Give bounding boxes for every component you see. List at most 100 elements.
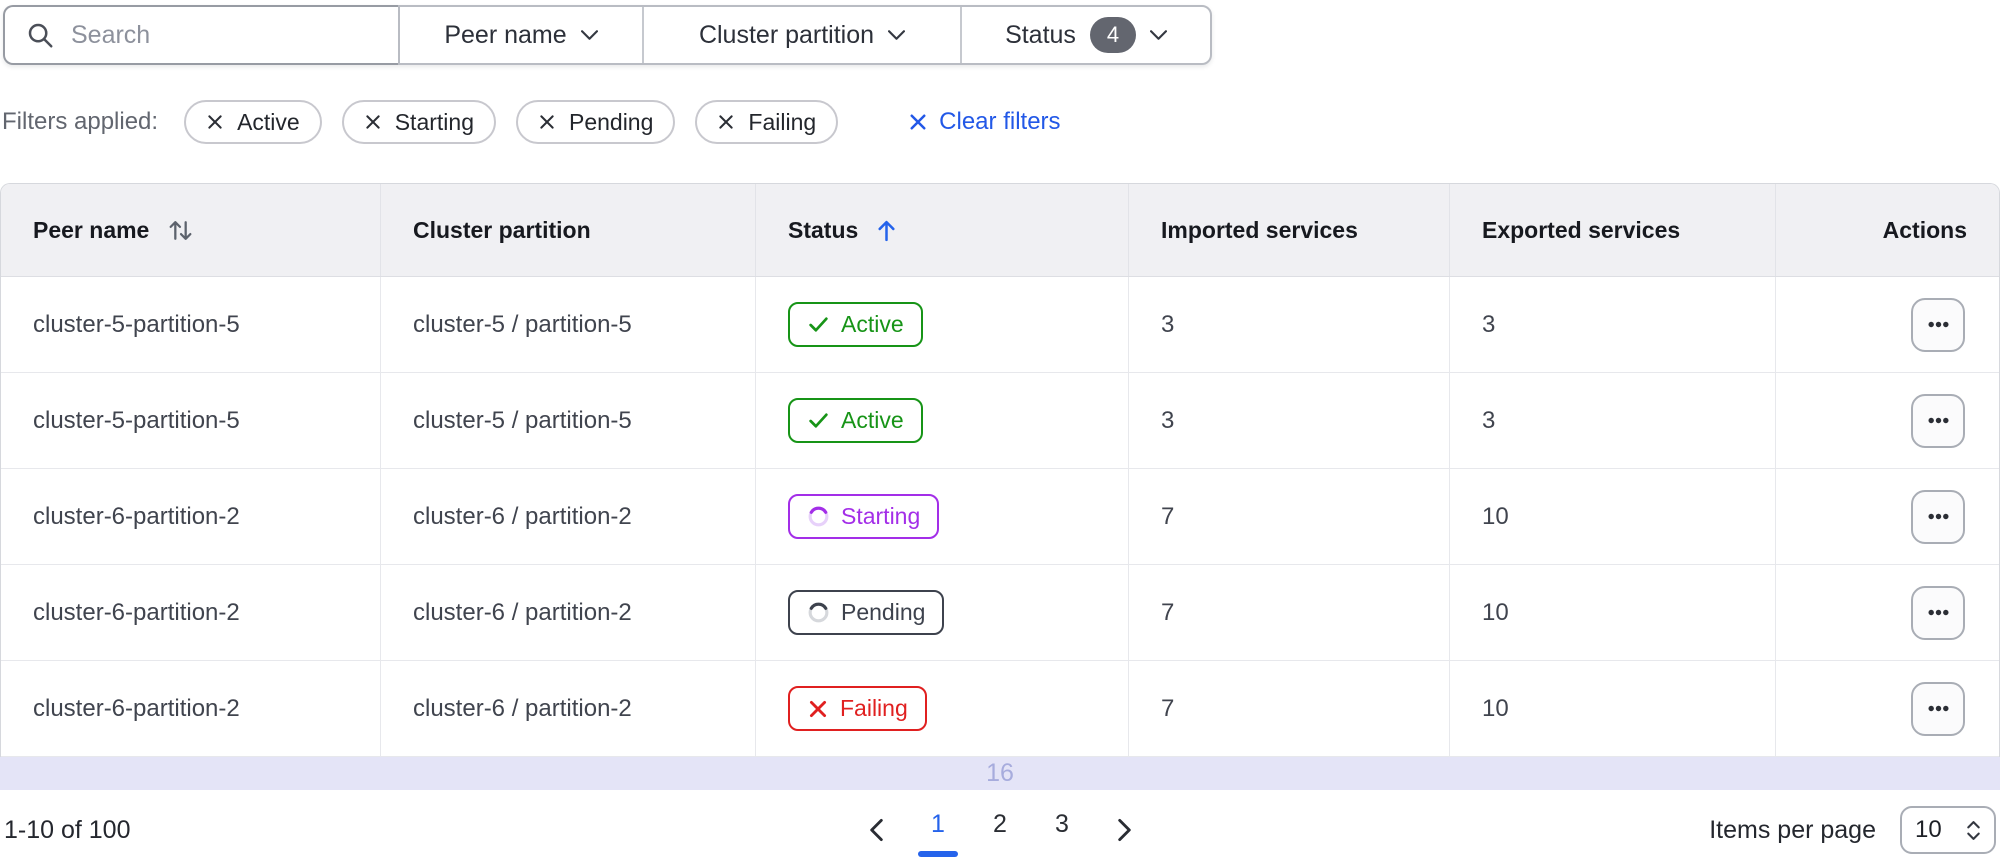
next-page-button[interactable] <box>1100 802 1148 858</box>
chevron-right-icon <box>1117 818 1131 842</box>
partial-table-row: 16 <box>0 757 2000 790</box>
close-icon <box>910 114 926 130</box>
sort-both-icon <box>169 220 192 240</box>
items-per-page-select[interactable]: 10 <box>1900 806 1996 854</box>
column-header-label: Imported services <box>1161 216 1358 243</box>
active-page-underline <box>918 851 958 857</box>
peers-table-page: Peer name Cluster partition Status 4 Fil… <box>0 0 2000 864</box>
table-header-row: Peer name Cluster partition Status Impor… <box>1 184 1999 277</box>
actions-cell <box>1775 277 1999 372</box>
clear-filters-label: Clear filters <box>939 108 1061 135</box>
column-header-label: Exported services <box>1482 216 1681 243</box>
peer-name-cell: cluster-5-partition-5 <box>33 310 240 338</box>
filter-chip-failing[interactable]: Failing <box>695 100 839 144</box>
imported-services-cell: 3 <box>1128 277 1449 372</box>
sort-ascending-icon <box>878 220 895 241</box>
search-box[interactable] <box>3 5 398 65</box>
ellipsis-icon <box>1927 705 1949 712</box>
column-header-label: Status <box>788 216 859 243</box>
imported-services-cell: 3 <box>1128 373 1449 468</box>
status-cell: Pending <box>755 565 1128 660</box>
previous-page-button[interactable] <box>852 802 900 858</box>
status-dropdown-label: Status <box>1005 20 1076 49</box>
filter-chip-active[interactable]: Active <box>184 100 322 144</box>
ellipsis-icon <box>1927 513 1949 520</box>
filter-chip-label: Pending <box>568 108 654 135</box>
status-dropdown[interactable]: Status 4 <box>960 7 1210 63</box>
cluster-partition-dropdown[interactable]: Cluster partition <box>642 7 960 63</box>
exported-services-cell: 3 <box>1449 277 1775 372</box>
status-cell: Failing <box>755 661 1128 756</box>
status-badge-starting: Starting <box>788 494 940 539</box>
spinner-icon <box>808 602 829 623</box>
page-number: 2 <box>993 810 1007 838</box>
status-badge-pending: Pending <box>788 590 945 635</box>
row-actions-button[interactable] <box>1911 489 1965 544</box>
filter-chip-label: Starting <box>394 108 474 135</box>
chevron-down-icon <box>1149 30 1167 40</box>
ellipsis-icon <box>1927 417 1949 424</box>
row-actions-button[interactable] <box>1911 681 1965 736</box>
actions-cell <box>1775 373 1999 468</box>
peer-name-cell: cluster-5-partition-5 <box>33 406 240 434</box>
column-header-exported-services: Exported services <box>1449 184 1775 276</box>
actions-cell <box>1775 661 1999 756</box>
ellipsis-icon <box>1927 321 1949 328</box>
search-input[interactable] <box>71 20 371 50</box>
column-header-label: Actions <box>1882 216 1967 243</box>
items-per-page-value: 10 <box>1915 816 1942 843</box>
spinner-icon <box>808 506 829 527</box>
page-number: 1 <box>931 810 945 838</box>
peer-name-dropdown[interactable]: Peer name <box>400 7 642 63</box>
select-spinner-icon <box>1967 820 1980 840</box>
status-badge-label: Starting <box>841 503 921 529</box>
chevron-down-icon <box>580 30 598 40</box>
imported-services-cell: 7 <box>1128 469 1449 564</box>
filter-chip-starting[interactable]: Starting <box>341 100 496 144</box>
chevron-down-icon <box>888 30 906 40</box>
cluster-partition-cell: cluster-5 / partition-5 <box>380 373 755 468</box>
page-number: 3 <box>1055 810 1069 838</box>
chevron-left-icon <box>869 818 883 842</box>
column-header-cluster-partition: Cluster partition <box>380 184 755 276</box>
status-cell: Starting <box>755 469 1128 564</box>
x-icon <box>809 700 827 717</box>
filters-applied-row: Filters applied: Active Starting Pending… <box>2 100 1061 144</box>
toolbar: Peer name Cluster partition Status 4 <box>3 5 1212 65</box>
peer-name-cell: cluster-6-partition-2 <box>33 694 240 722</box>
status-badge-active: Active <box>788 398 923 443</box>
peer-name-cell: cluster-6-partition-2 <box>33 598 240 626</box>
page-button-3[interactable]: 3 <box>1038 802 1086 858</box>
close-icon <box>540 115 554 129</box>
ellipsis-icon <box>1927 609 1949 616</box>
filter-chip-label: Active <box>237 108 300 135</box>
row-actions-button[interactable] <box>1911 585 1965 640</box>
status-badge-label: Pending <box>841 599 926 625</box>
close-icon <box>719 115 734 129</box>
items-range-label: 1-10 of 100 <box>4 815 131 844</box>
filter-dropdown-group: Peer name Cluster partition Status 4 <box>398 5 1212 65</box>
peer-name-dropdown-label: Peer name <box>444 20 567 49</box>
actions-cell <box>1775 469 1999 564</box>
row-actions-button[interactable] <box>1911 393 1965 448</box>
actions-cell <box>1775 565 1999 660</box>
column-header-actions: Actions <box>1775 184 1999 276</box>
column-header-label: Cluster partition <box>413 216 591 243</box>
page-button-1[interactable]: 1 <box>914 802 962 858</box>
status-badge-label: Active <box>841 311 904 337</box>
check-icon <box>809 317 828 332</box>
exported-services-cell: 3 <box>1449 373 1775 468</box>
clear-filters-button[interactable]: Clear filters <box>908 108 1061 136</box>
cluster-partition-dropdown-label: Cluster partition <box>698 20 875 49</box>
page-button-2[interactable]: 2 <box>976 802 1024 858</box>
filter-chip-pending[interactable]: Pending <box>515 100 676 144</box>
partial-row-text: 16 <box>986 759 1014 787</box>
table-row: cluster-6-partition-2 cluster-6 / partit… <box>1 565 1999 661</box>
pagination-bar: 1-10 of 100 1 2 3 Items per page 10 <box>0 798 2000 862</box>
column-header-status[interactable]: Status <box>755 184 1128 276</box>
column-header-peer-name[interactable]: Peer name <box>1 184 380 276</box>
cluster-partition-cell: cluster-6 / partition-2 <box>380 469 755 564</box>
items-per-page-label: Items per page <box>1709 815 1876 844</box>
row-actions-button[interactable] <box>1911 297 1965 352</box>
table-row: cluster-5-partition-5 cluster-5 / partit… <box>1 373 1999 469</box>
